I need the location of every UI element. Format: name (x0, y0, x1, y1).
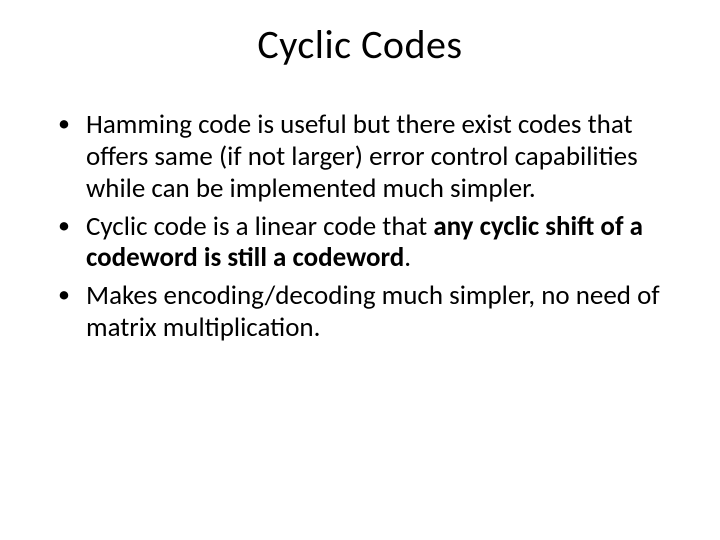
slide-body: Hamming code is useful but there exist c… (50, 109, 670, 344)
bullet-2-post: . (404, 241, 411, 274)
slide: Cyclic Codes Hamming code is useful but … (0, 0, 720, 540)
bullet-1: Hamming code is useful but there exist c… (76, 109, 670, 205)
bullet-3: Makes encoding/decoding much simpler, no… (76, 280, 670, 344)
slide-title: Cyclic Codes (50, 20, 670, 69)
bullet-list: Hamming code is useful but there exist c… (50, 109, 670, 344)
bullet-2: Cyclic code is a linear code that any cy… (76, 211, 670, 275)
bullet-2-pre: Cyclic code is a linear code that (86, 210, 433, 243)
